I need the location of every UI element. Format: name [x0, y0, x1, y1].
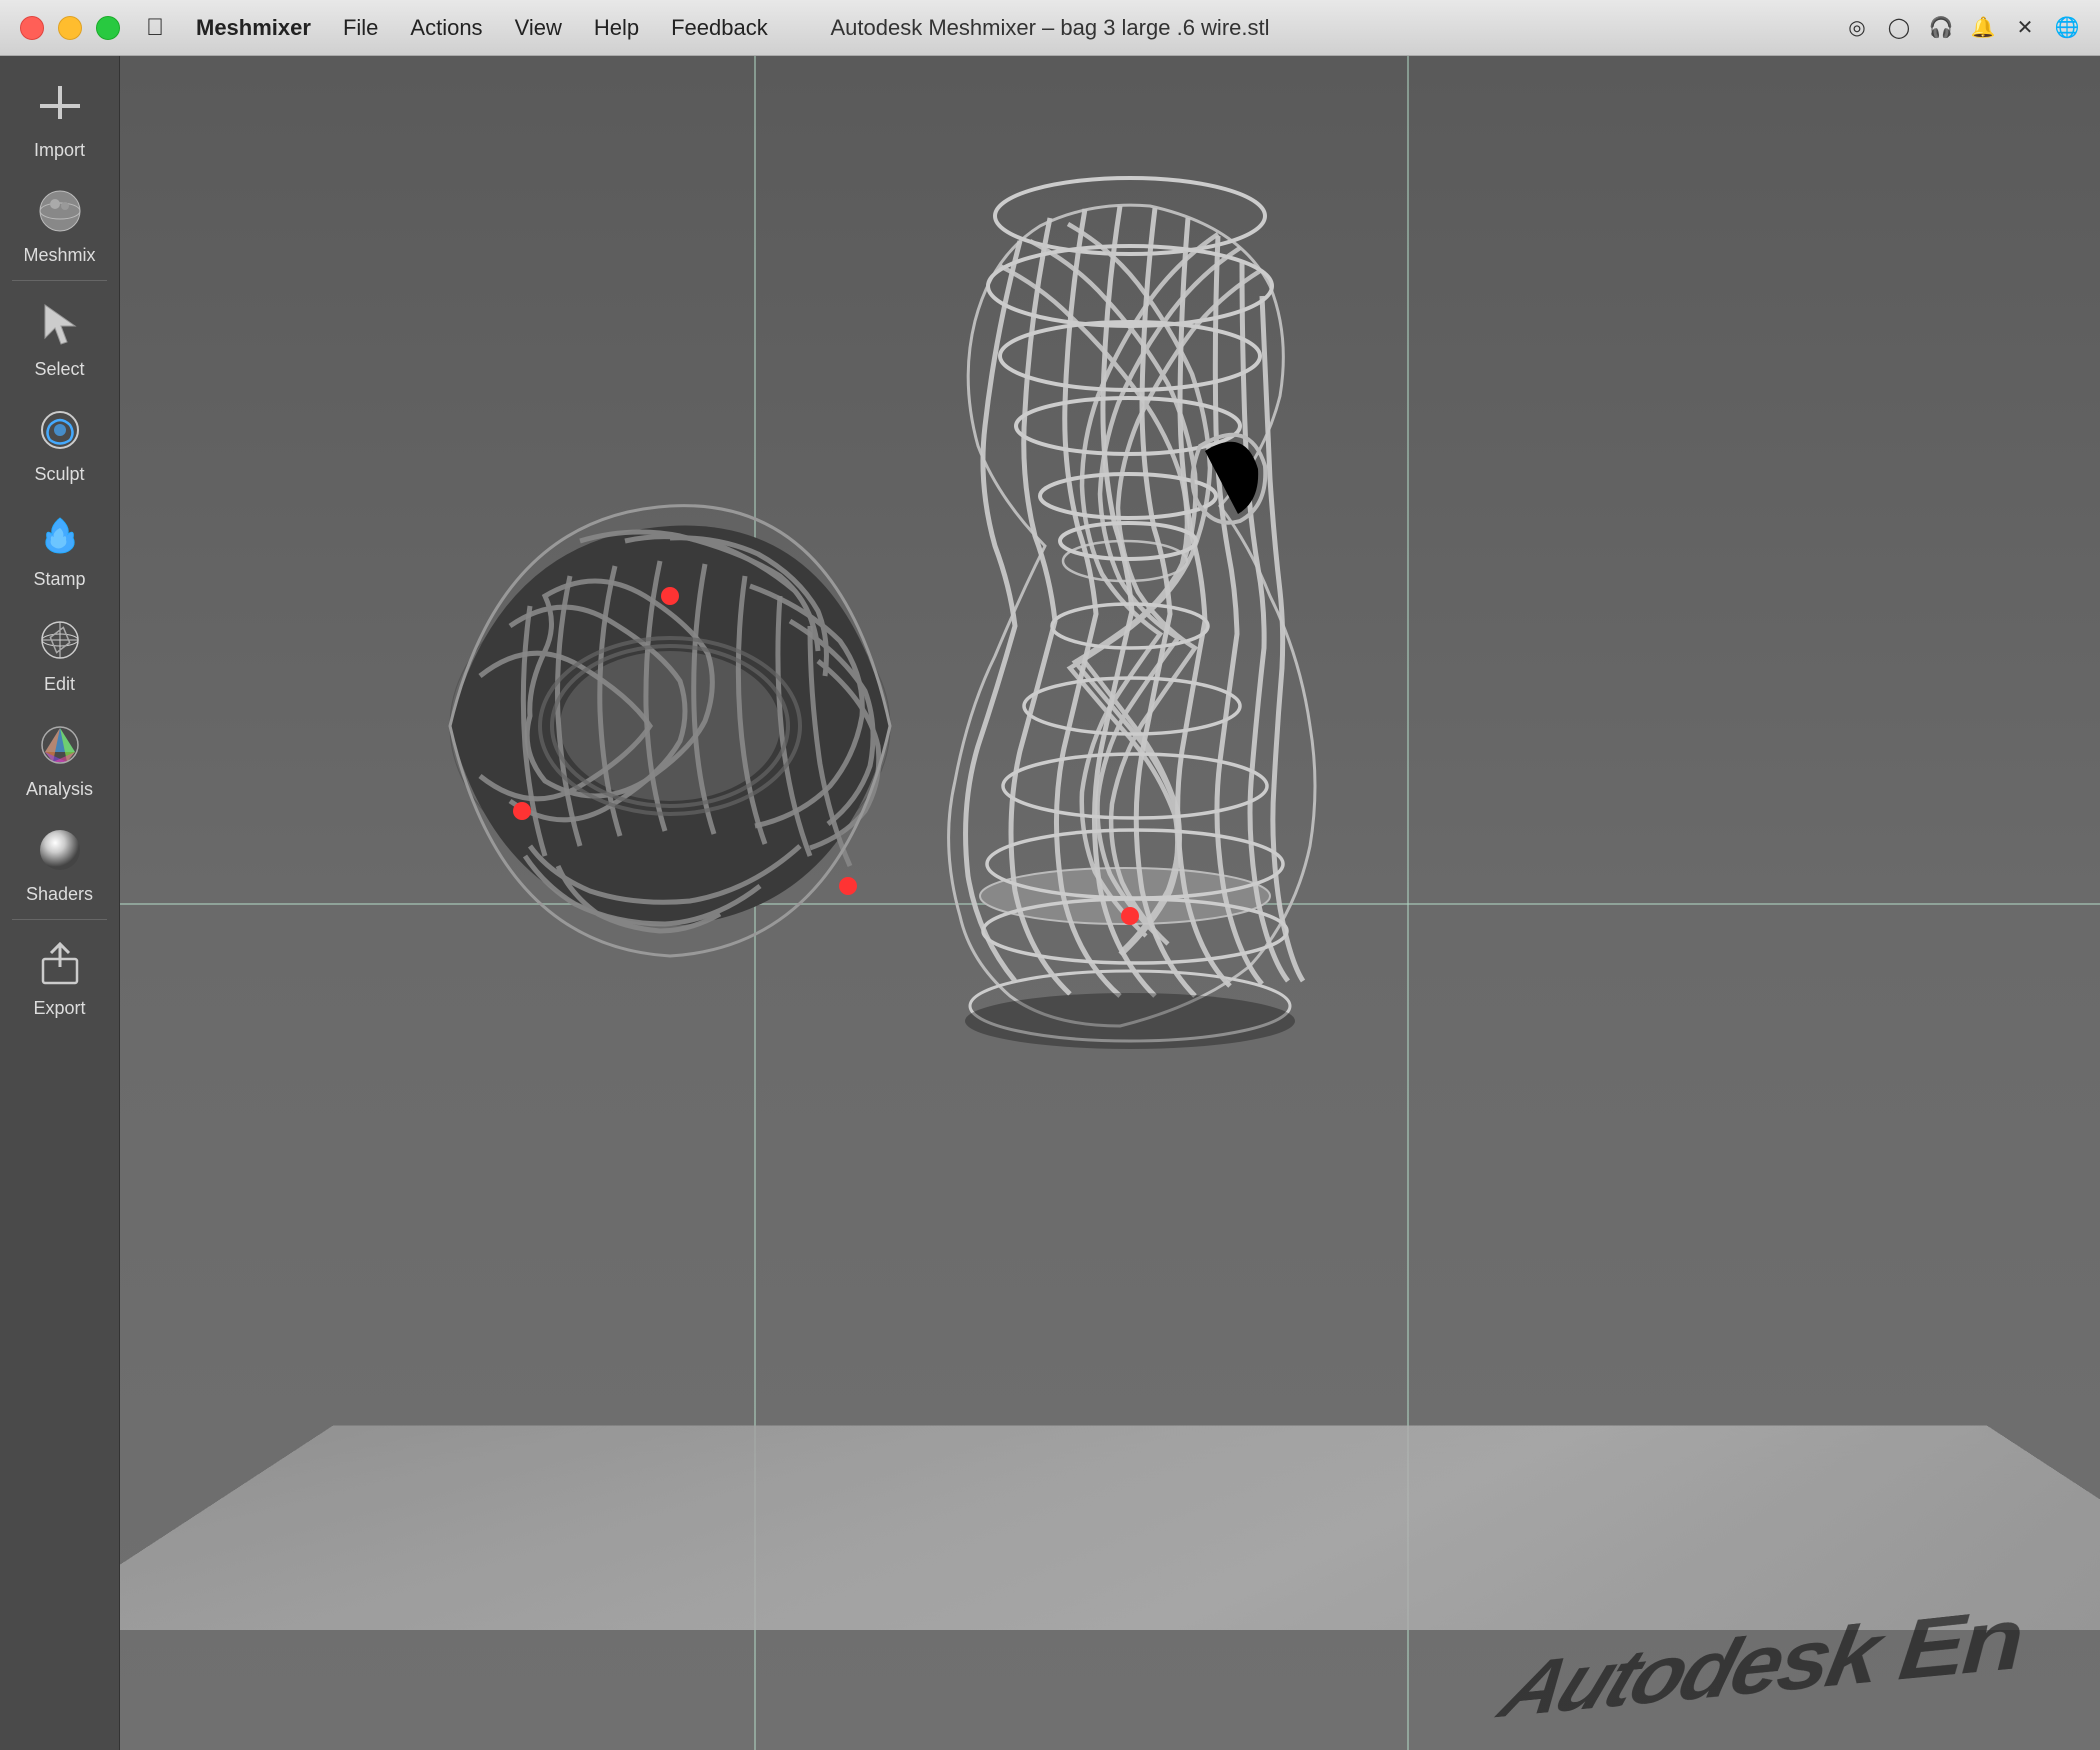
sidebar-item-edit[interactable]: Edit	[0, 600, 119, 705]
viewport-svg	[120, 56, 2100, 1750]
menu-actions[interactable]: Actions	[394, 11, 498, 45]
app-name[interactable]: Meshmixer	[180, 11, 327, 45]
traffic-lights	[0, 16, 120, 40]
maximize-button[interactable]	[96, 16, 120, 40]
minimize-button[interactable]	[58, 16, 82, 40]
wifi-icon: 🌐	[2054, 15, 2080, 41]
main-layout: Import Meshmix Selec	[0, 56, 2100, 1750]
sidebar-item-meshmix[interactable]: Meshmix	[0, 171, 119, 276]
sidebar-item-select[interactable]: Select	[0, 285, 119, 390]
time-machine-icon: ◯	[1886, 15, 1912, 41]
edit-label: Edit	[44, 674, 75, 695]
sidebar-item-export[interactable]: Export	[0, 924, 119, 1029]
red-dot-torus-left	[513, 802, 531, 820]
sculpt-icon	[32, 402, 88, 458]
viewport[interactable]: Autodesk En	[120, 56, 2100, 1750]
stamp-label: Stamp	[33, 569, 85, 590]
menu-help[interactable]: Help	[578, 11, 655, 45]
sculpt-label: Sculpt	[34, 464, 84, 485]
red-dot-torus-top	[661, 587, 679, 605]
export-icon	[32, 936, 88, 992]
meshmix-icon	[32, 183, 88, 239]
red-dot-torus-bottom	[839, 877, 857, 895]
import-icon	[32, 78, 88, 134]
analysis-label: Analysis	[26, 779, 93, 800]
sidebar-item-import[interactable]: Import	[0, 66, 119, 171]
export-label: Export	[33, 998, 85, 1019]
menu-view[interactable]: View	[499, 11, 578, 45]
stamp-icon	[32, 507, 88, 563]
shaders-label: Shaders	[26, 884, 93, 905]
sidebar-item-sculpt[interactable]: Sculpt	[0, 390, 119, 495]
torus-object	[450, 506, 890, 956]
notification-icon: 🔔	[1970, 15, 1996, 41]
sidebar-item-shaders[interactable]: Shaders	[0, 810, 119, 915]
window-title: Autodesk Meshmixer – bag 3 large .6 wire…	[831, 15, 1270, 41]
select-icon	[32, 297, 88, 353]
red-dot-vase	[1121, 907, 1139, 925]
vase-object	[949, 178, 1315, 1049]
meshmix-label: Meshmix	[23, 245, 95, 266]
close-button[interactable]	[20, 16, 44, 40]
sidebar-item-analysis[interactable]: Analysis	[0, 705, 119, 810]
apple-menu[interactable]: 	[130, 10, 180, 46]
headphone-icon: 🎧	[1928, 15, 1954, 41]
analysis-icon	[32, 717, 88, 773]
title-bar:  Meshmixer File Actions View Help Feedb…	[0, 0, 2100, 56]
sidebar: Import Meshmix Selec	[0, 56, 120, 1750]
menu-bar:  Meshmixer File Actions View Help Feedb…	[130, 10, 784, 46]
close-notification-icon: ✕	[2012, 15, 2038, 41]
system-icons: ◎ ◯ 🎧 🔔 ✕ 🌐	[1844, 15, 2100, 41]
edit-icon	[32, 612, 88, 668]
beats-icon: ◎	[1844, 15, 1870, 41]
sidebar-item-stamp[interactable]: Stamp	[0, 495, 119, 600]
divider-1	[12, 280, 107, 281]
menu-feedback[interactable]: Feedback	[655, 11, 784, 45]
import-label: Import	[34, 140, 85, 161]
shaders-icon	[32, 822, 88, 878]
select-label: Select	[34, 359, 84, 380]
divider-2	[12, 919, 107, 920]
menu-file[interactable]: File	[327, 11, 394, 45]
